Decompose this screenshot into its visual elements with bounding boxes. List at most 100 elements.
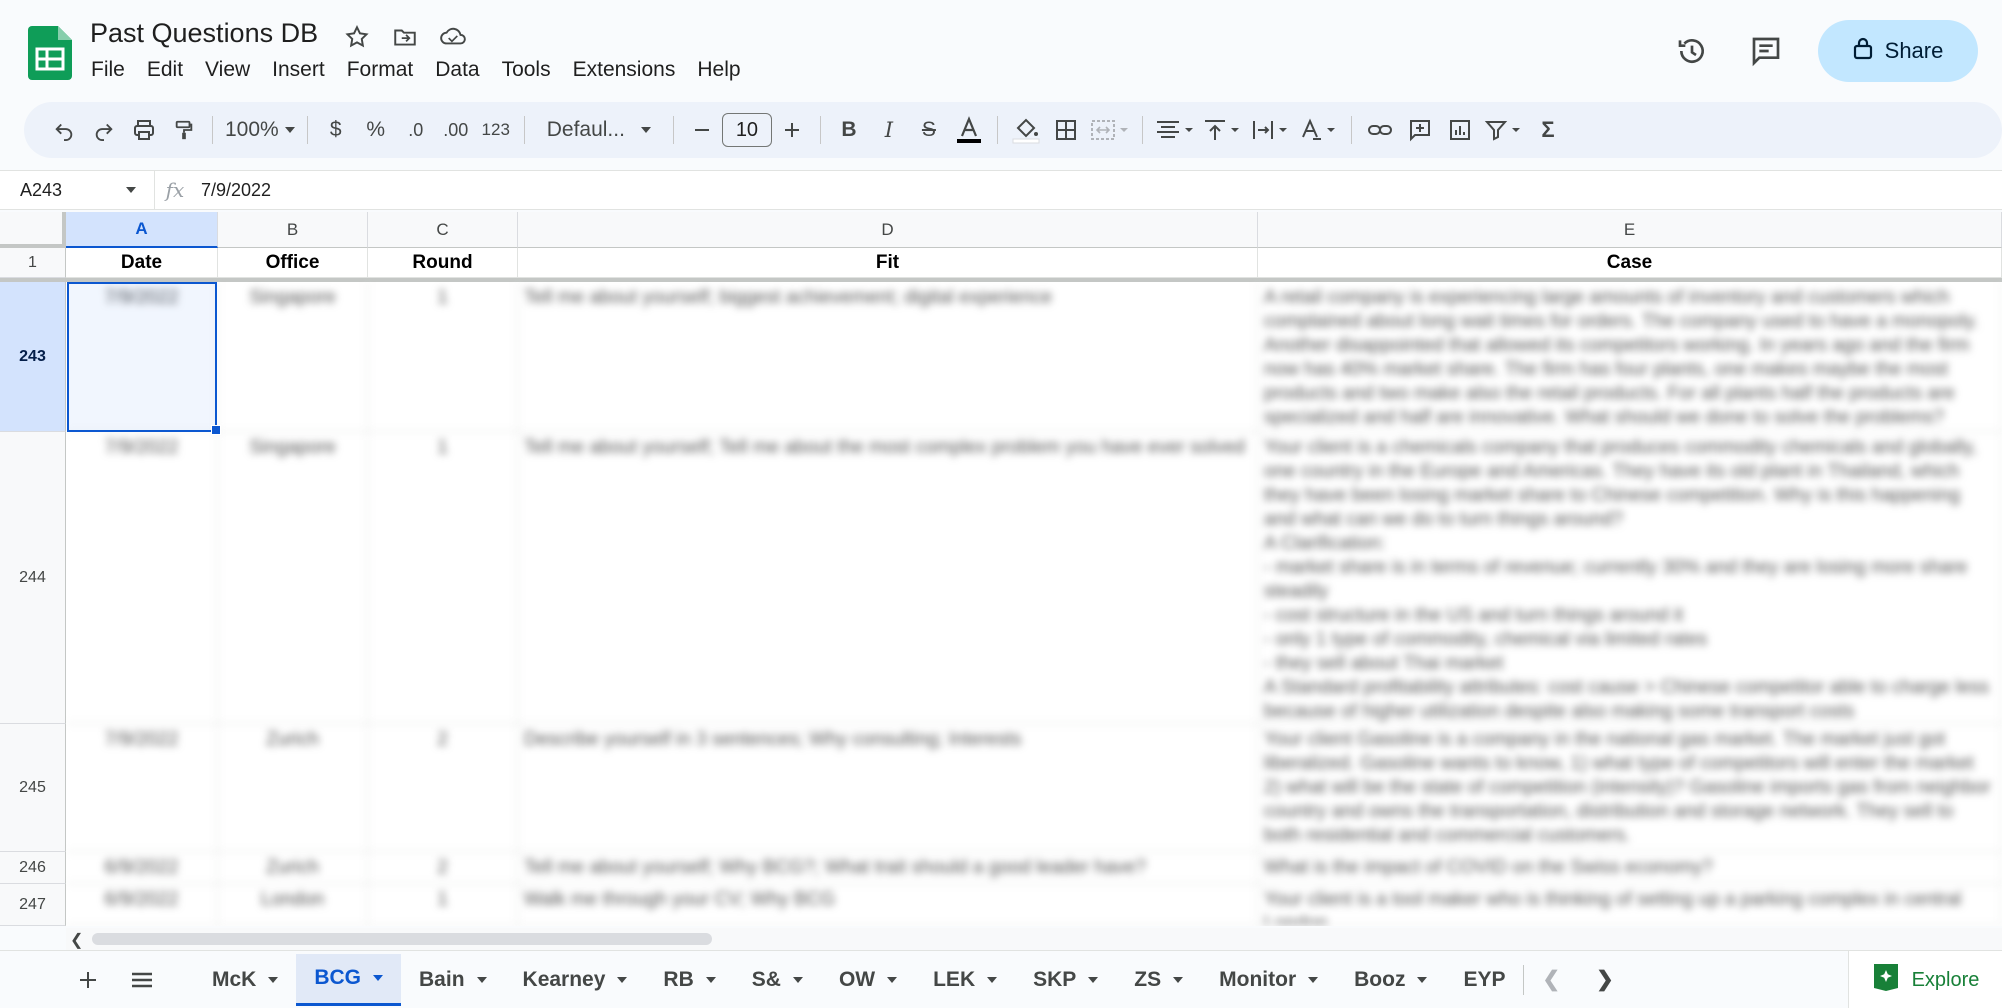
cell-fit[interactable]: Tell me about yourself; biggest achievem… [518,282,1258,432]
fill-handle[interactable] [211,425,221,435]
sheet-tab-skp[interactable]: SKP [1015,954,1116,1006]
cell-round[interactable]: 2 [368,852,518,884]
cell-office[interactable]: London [218,884,368,926]
star-icon[interactable] [342,22,372,52]
cloud-saved-icon[interactable] [438,22,468,52]
currency-format-button[interactable]: $ [316,110,356,150]
cell-date[interactable]: 7/9/2022 [66,724,218,852]
cell-round[interactable]: 1 [368,432,518,724]
row-header-245[interactable]: 245 [0,724,66,852]
text-color-icon[interactable] [949,110,989,150]
paint-format-icon[interactable] [164,110,204,150]
decrease-font-size-icon[interactable] [682,110,722,150]
header-cell-office[interactable]: Office [218,248,368,278]
cell-date[interactable]: 6/9/2022 [66,852,218,884]
sheet-tab-lek[interactable]: LEK [915,954,1015,1006]
header-cell-case[interactable]: Case [1258,248,2002,278]
borders-icon[interactable] [1046,110,1086,150]
menu-edit[interactable]: Edit [136,56,194,84]
cell-office[interactable]: Singapore [218,282,368,432]
sheet-tab-zs[interactable]: ZS [1116,954,1201,1006]
italic-icon[interactable]: I [869,110,909,150]
row-header-243[interactable]: 243 [0,282,66,432]
column-header-a[interactable]: A [66,212,218,248]
comments-icon[interactable] [1744,29,1788,73]
functions-icon[interactable]: Σ [1528,110,1568,150]
cell-fit[interactable]: Tell me about yourself; Why BCG?; What t… [518,852,1258,884]
strikethrough-icon[interactable]: S [909,110,949,150]
menu-file[interactable]: File [80,56,136,84]
column-header-e[interactable]: E [1258,212,2002,248]
cell-case[interactable]: A retail company is experiencing large a… [1258,282,2002,432]
merge-cells-icon[interactable] [1086,110,1134,150]
row-header-1[interactable]: 1 [0,248,66,278]
cell-round[interactable]: 1 [368,884,518,926]
zoom-select[interactable]: 100% [221,110,299,150]
insert-link-icon[interactable] [1360,110,1400,150]
explore-button[interactable]: Explore [1848,951,2002,1008]
redo-icon[interactable] [84,110,124,150]
number-format-button[interactable]: 123 [476,110,516,150]
horizontal-scrollbar[interactable]: ❮ [66,928,2002,950]
scroll-left-icon[interactable]: ❮ [70,930,83,950]
column-header-c[interactable]: C [368,212,518,248]
sheet-tab-eyp[interactable]: EYP [1445,964,1525,995]
insert-comment-icon[interactable] [1400,110,1440,150]
cell-date[interactable]: 6/9/2022 [66,884,218,926]
sheet-tab-bain[interactable]: Bain [401,954,505,1006]
row-header-244[interactable]: 244 [0,432,66,724]
cell-case[interactable]: What is the impact of COVID on the Swiss… [1258,852,2002,884]
undo-icon[interactable] [44,110,84,150]
cell-fit[interactable]: Describe yourself in 3 sentences; Why co… [518,724,1258,852]
move-folder-icon[interactable] [390,22,420,52]
menu-view[interactable]: View [194,56,261,84]
version-history-icon[interactable] [1670,29,1714,73]
header-cell-fit[interactable]: Fit [518,248,1258,278]
filter-icon[interactable] [1480,110,1528,150]
scroll-tabs-right-icon[interactable]: ❯ [1578,954,1632,1006]
row-header-247[interactable]: 247 [0,884,66,926]
text-rotation-icon[interactable] [1295,110,1343,150]
font-size-input[interactable]: 10 [721,113,772,147]
menu-tools[interactable]: Tools [491,56,562,84]
sheets-logo-icon[interactable] [28,26,72,80]
menu-format[interactable]: Format [336,56,425,84]
percent-format-button[interactable]: % [356,110,396,150]
all-sheets-icon[interactable] [118,954,194,1006]
decrease-decimal-button[interactable]: .0 [396,110,436,150]
horizontal-align-icon[interactable] [1151,110,1199,150]
menu-help[interactable]: Help [686,56,751,84]
header-cell-date[interactable]: Date [66,248,218,278]
cell-fit[interactable]: Walk me through your CV; Why BCG [518,884,1258,926]
menu-insert[interactable]: Insert [261,56,336,84]
scrollbar-thumb[interactable] [92,933,712,945]
select-all-corner[interactable] [0,212,66,248]
cell-case[interactable]: Your client is a tool maker who is think… [1258,884,2002,926]
increase-decimal-button[interactable]: .00 [436,110,476,150]
sheet-tab-rb[interactable]: RB [645,954,733,1006]
bold-icon[interactable]: B [829,110,869,150]
name-box[interactable]: A243 [0,171,155,209]
fill-color-icon[interactable] [1006,110,1046,150]
sheet-tab-bcg[interactable]: BCG [296,953,402,1006]
share-button[interactable]: Share [1818,20,1978,82]
text-wrapping-icon[interactable] [1247,110,1295,150]
cell-date[interactable]: 7/9/2022 [66,432,218,724]
sheet-tab-booz[interactable]: Booz [1336,954,1445,1006]
header-cell-round[interactable]: Round [368,248,518,278]
font-select[interactable]: Defaul... [533,110,665,150]
increase-font-size-icon[interactable] [772,110,812,150]
cell-office[interactable]: Zurich [218,852,368,884]
cell-round[interactable]: 1 [368,282,518,432]
cell-case[interactable]: Your client Gasoline is a company in the… [1258,724,2002,852]
scroll-tabs-left-icon[interactable]: ❮ [1524,954,1578,1006]
insert-chart-icon[interactable] [1440,110,1480,150]
cell-case[interactable]: Your client is a chemicals company that … [1258,432,2002,724]
cell-office[interactable]: Singapore [218,432,368,724]
column-header-d[interactable]: D [518,212,1258,248]
sheet-tab-monitor[interactable]: Monitor [1201,954,1336,1006]
cell-fit[interactable]: Tell me about yourself; Tell me about th… [518,432,1258,724]
print-icon[interactable] [124,110,164,150]
add-sheet-icon[interactable] [0,954,118,1006]
row-header-246[interactable]: 246 [0,852,66,884]
